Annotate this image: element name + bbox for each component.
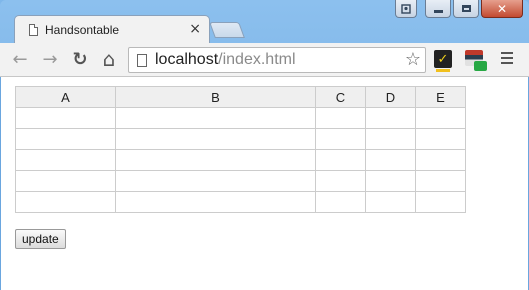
bookmark-star-icon[interactable]: ☆ [405, 49, 421, 70]
grid-cell[interactable] [365, 128, 416, 150]
grid-cell[interactable] [115, 107, 316, 129]
close-icon[interactable]: ✕ [481, 0, 523, 18]
column-header-d[interactable]: D [365, 86, 416, 108]
page-icon [29, 24, 38, 36]
home-icon[interactable]: ⌂ [99, 47, 119, 71]
grid-cell[interactable] [315, 170, 366, 192]
page-icon [137, 54, 147, 67]
grid-cell[interactable] [315, 149, 366, 171]
grid-cell[interactable] [115, 191, 316, 213]
grid-cell[interactable] [365, 149, 416, 171]
reload-icon[interactable]: ↻ [70, 49, 90, 70]
table-row [15, 191, 466, 213]
grid-cell[interactable] [365, 191, 416, 213]
grid-cell[interactable] [315, 107, 366, 129]
grid-cell[interactable] [315, 128, 366, 150]
forward-icon[interactable]: → [40, 49, 60, 70]
norton-check-icon[interactable]: ✓ [434, 50, 452, 72]
grid-cell[interactable] [15, 191, 116, 213]
grid-cell[interactable] [15, 170, 116, 192]
user-icon[interactable] [395, 0, 417, 18]
grid-cell[interactable] [15, 107, 116, 129]
grid-cell[interactable] [365, 107, 416, 129]
grid-cell[interactable] [15, 149, 116, 171]
update-button[interactable]: update [15, 229, 66, 249]
new-tab-button[interactable] [209, 22, 245, 38]
tab-close-icon[interactable]: × [189, 21, 201, 37]
grid-cell[interactable] [115, 149, 316, 171]
grid-cell[interactable] [365, 170, 416, 192]
handsontable-grid: A B C D E [15, 86, 466, 213]
table-row [15, 107, 466, 129]
table-row [15, 149, 466, 171]
page-content: A B C D E update [0, 77, 529, 290]
table-row [15, 128, 466, 150]
column-header-c[interactable]: C [315, 86, 366, 108]
table-row [15, 170, 466, 192]
maximize-icon[interactable] [453, 0, 479, 18]
grid-cell[interactable] [415, 191, 466, 213]
minimize-icon[interactable] [425, 0, 451, 18]
tab-title: Handsontable [45, 23, 120, 37]
browser-tab[interactable]: Handsontable × [14, 15, 210, 44]
badge-icon [474, 61, 487, 71]
grid-cell[interactable] [115, 170, 316, 192]
column-header-e[interactable]: E [415, 86, 466, 108]
grid-cell[interactable] [415, 170, 466, 192]
grid-cell[interactable] [415, 107, 466, 129]
address-bar[interactable]: localhost/index.html ☆ [128, 47, 426, 73]
column-header-a[interactable]: A [15, 86, 116, 108]
grid-cell[interactable] [315, 191, 366, 213]
window-controls: ✕ [395, 0, 523, 20]
grid-cell[interactable] [415, 128, 466, 150]
grid-cell[interactable] [115, 128, 316, 150]
mail-extension-icon[interactable] [465, 50, 487, 71]
grid-cell[interactable] [415, 149, 466, 171]
url-text[interactable]: localhost/index.html [155, 51, 296, 69]
column-header-b[interactable]: B [115, 86, 316, 108]
column-header-row: A B C D E [15, 86, 466, 108]
back-icon[interactable]: ← [10, 49, 30, 70]
grid-cell[interactable] [15, 128, 116, 150]
menu-icon[interactable] [501, 52, 513, 67]
